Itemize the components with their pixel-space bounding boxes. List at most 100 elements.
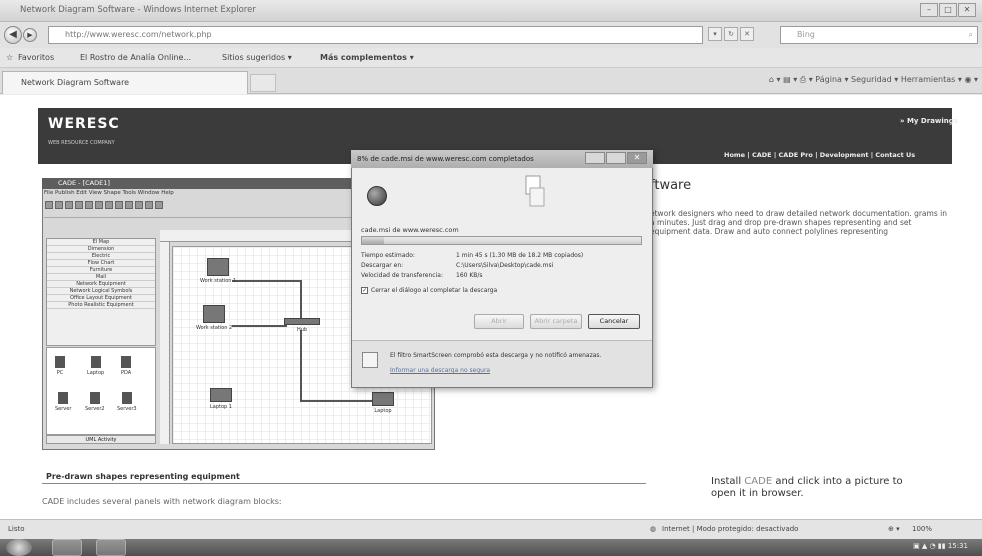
laptop-icon [90, 356, 101, 368]
tab-label: Network Diagram Software [21, 78, 130, 87]
site-logo[interactable]: WERESC [48, 116, 120, 132]
new-tab-button[interactable] [250, 74, 276, 92]
estimated-time-label: Tiempo estimado: [361, 252, 415, 259]
smartscreen-area [352, 340, 652, 387]
close-button[interactable]: ✕ [958, 3, 976, 17]
report-unsafe-link[interactable]: Informar una descarga no segura [390, 367, 490, 374]
transfer-rate-row: Velocidad de transferencia: 160 KB/s [361, 272, 646, 279]
shape-server3: Server3 [117, 392, 137, 412]
connector-line [300, 280, 302, 320]
hub-icon [284, 318, 320, 325]
transfer-rate-value: 160 KB/s [456, 272, 483, 279]
search-input[interactable]: Bing ⌕ [780, 26, 978, 44]
address-buttons: ▾ ↻ ✕ [708, 27, 756, 41]
status-bar: Listo ◍ Internet | Modo protegido: desac… [0, 519, 982, 539]
open-folder-button[interactable]: Abrir carpeta [530, 314, 582, 329]
connector-line [232, 325, 287, 327]
smartscreen-text: El filtro SmartScreen comprobó esta desc… [390, 352, 602, 359]
download-to-label: Descargar en: [361, 262, 404, 269]
print-icon[interactable]: ⎙ ▾ [800, 75, 816, 84]
tray-icons[interactable]: ▣ ▲ ◔ ▮▮ [913, 542, 948, 550]
search-placeholder: Bing [797, 30, 815, 39]
back-button[interactable]: ◀ [4, 26, 22, 44]
checkbox-label: Cerrar el diálogo al completar la descar… [371, 287, 498, 294]
favorite-link-3[interactable]: Más complementos ▾ [320, 53, 414, 62]
page-description: etwork designers who need to draw detail… [650, 209, 947, 236]
pda-icon [121, 356, 132, 368]
minimize-button[interactable]: – [920, 3, 938, 17]
device-hub: Hub [284, 318, 320, 333]
tab-active[interactable]: Network Diagram Software [2, 71, 248, 94]
my-drawings-link[interactable]: » My Drawings [900, 117, 958, 125]
connector-line [300, 400, 375, 402]
security-zone[interactable]: Internet | Modo protegido: desactivado [662, 525, 798, 533]
stop-icon[interactable]: ✕ [740, 27, 754, 41]
window-title: Network Diagram Software - Windows Inter… [20, 5, 256, 15]
shape-server: Server [55, 392, 71, 412]
feeds-icon[interactable]: ▤ ▾ [783, 75, 797, 84]
toolbar-icon [85, 201, 93, 209]
search-icon[interactable]: ⌕ [969, 27, 973, 43]
start-button[interactable] [6, 539, 32, 556]
server-icon [58, 392, 69, 404]
maximize-button[interactable]: □ [939, 3, 957, 17]
device-label: Work station 2 [196, 325, 233, 331]
globe-icon [367, 186, 387, 206]
favorites-button[interactable]: Favoritos [18, 53, 54, 62]
device-label: Work station 1 [200, 278, 237, 284]
favorite-link-1[interactable]: El Rostro de Analía Online... [80, 53, 191, 62]
dialog-maximize-button[interactable] [606, 152, 626, 164]
address-bar[interactable]: http://www.weresc.com/network.php [48, 26, 703, 44]
taskbar-app-button[interactable] [96, 539, 126, 556]
help-icon[interactable]: ◉ ▾ [964, 75, 978, 84]
home-icon[interactable]: ⌂ ▾ [769, 75, 781, 84]
site-nav[interactable]: Home | CADE | CADE Pro | Development | C… [724, 151, 915, 159]
favorites-star-icon[interactable]: ☆ [6, 53, 13, 62]
dialog-minimize-button[interactable] [585, 152, 605, 164]
section-text: CADE includes several panels with networ… [42, 497, 282, 506]
download-file-name: cade.msi de www.weresc.com [361, 226, 459, 234]
shape-server2: Server2 [85, 392, 105, 412]
zoom-level[interactable]: 100% [912, 525, 932, 533]
cancel-button[interactable]: Cancelar [588, 314, 640, 329]
toolbar-icon [145, 201, 153, 209]
shape-label: PC [56, 370, 64, 376]
panel-item: Office Layout Equipment [47, 295, 155, 302]
status-text: Listo [8, 525, 25, 533]
command-menus[interactable]: Página ▾ Seguridad ▾ Herramientas ▾ [815, 75, 962, 84]
compatibility-icon[interactable]: ▾ [708, 27, 722, 41]
command-bar[interactable]: ⌂ ▾ ▤ ▾ ⎙ ▾ Página ▾ Seguridad ▾ Herrami… [769, 75, 978, 85]
transfer-rate-label: Velocidad de transferencia: [361, 272, 443, 279]
favorite-link-2[interactable]: Sitios sugeridos ▾ [222, 53, 292, 62]
refresh-icon[interactable]: ↻ [724, 27, 738, 41]
cade-shapes-panel: PC Laptop PDA Server Server2 Server3 [46, 347, 156, 435]
install-text: Install CADE and click into a picture to… [711, 476, 921, 500]
server-icon [89, 392, 100, 404]
panel-item: Photo Realistic Equipment [47, 302, 155, 309]
download-to-value: C:\Users\Silva\Desktop\cade.msi [456, 262, 554, 269]
zoom-icon[interactable]: ⊕ ▾ [888, 525, 900, 533]
toolbar-icon [75, 201, 83, 209]
panel-item: Flow Chart [47, 260, 155, 267]
open-button[interactable]: Abrir [474, 314, 524, 329]
progress-fill [362, 237, 385, 244]
device-label: Laptop 1 [210, 404, 232, 410]
device-laptop-1: Laptop 1 [210, 388, 232, 410]
dialog-close-button[interactable]: ✕ [627, 152, 647, 164]
cade-menu: File Publish Edit View Shape Tools Windo… [44, 190, 174, 196]
panel-item: Dimension [47, 246, 155, 253]
window-controls: – □ ✕ [919, 3, 976, 17]
taskbar-ie-button[interactable] [52, 539, 82, 556]
panel-item: Furniture [47, 267, 155, 274]
uml-activity-label: UML Activity [46, 435, 156, 444]
checkbox-box[interactable]: ✓ [361, 287, 368, 294]
forward-button[interactable]: ▶ [23, 28, 37, 42]
toolbar-icon [55, 201, 63, 209]
toolbar-icon [115, 201, 123, 209]
site-slogan: WEB RESOURCE COMPANY [48, 140, 115, 146]
window-titlebar: Network Diagram Software - Windows Inter… [0, 0, 982, 22]
clock: 15:31 [947, 542, 968, 550]
shape-label: Server2 [85, 406, 105, 412]
close-on-complete-checkbox[interactable]: ✓ Cerrar el diálogo al completar la desca… [361, 287, 497, 294]
download-to-row: Descargar en: C:\Users\Silva\Desktop\cad… [361, 262, 646, 269]
